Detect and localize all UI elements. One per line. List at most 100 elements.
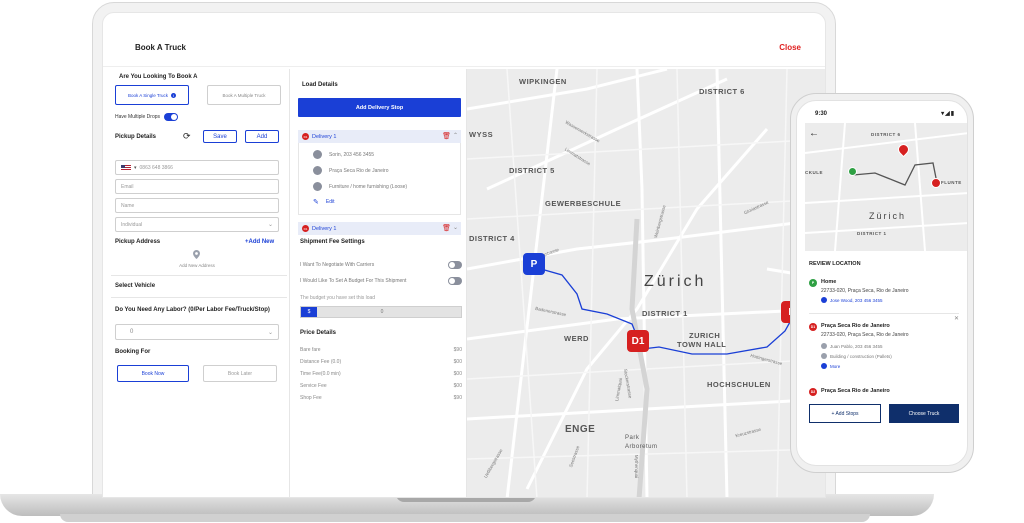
map-label: ZURICH: [689, 331, 721, 340]
stop-name: Praça Seca Rio de Janeiro: [821, 388, 890, 394]
map-label: WYSS: [469, 130, 494, 139]
price-amount: $90: [453, 395, 462, 401]
book-now-button[interactable]: Book Now: [117, 365, 189, 382]
pencil-icon[interactable]: ✎: [313, 198, 319, 206]
load-details-label: Load Details: [302, 82, 338, 88]
customer-type-value: Individual: [121, 221, 143, 228]
trash-icon[interactable]: 🗑: [442, 224, 451, 232]
multiple-drops-toggle[interactable]: [164, 113, 179, 121]
add-delivery-stop-button[interactable]: Add Delivery Stop: [298, 98, 461, 117]
stop-badge: P: [809, 279, 817, 287]
location-pin-icon[interactable]: [193, 250, 200, 259]
email-field[interactable]: Email: [115, 179, 279, 194]
package-icon: [821, 353, 827, 359]
delivery-goods: Furniture / home furnishing (Loose): [329, 183, 408, 190]
route-map[interactable]: WIPKINGEN DISTRICT 6 WYSS DISTRICT 5 GEW…: [467, 69, 825, 497]
pickup-pin-icon[interactable]: [848, 167, 857, 176]
more-link[interactable]: More: [821, 363, 840, 369]
name-field[interactable]: Name: [115, 198, 279, 213]
chevron-up-icon[interactable]: ⌃: [453, 132, 458, 139]
package-icon: [313, 182, 322, 191]
stop-contact-text: Jose Wood, 203 456 3455: [830, 297, 883, 303]
phone-map-label: CKULE: [805, 170, 823, 175]
book-later-button[interactable]: Book Later: [203, 365, 277, 382]
delivery-contact: Sorin, 203 456 3455: [329, 151, 375, 158]
add-stops-button[interactable]: + Add Stops: [809, 404, 881, 423]
edit-link[interactable]: Edit: [326, 199, 335, 205]
map-label: WERD: [564, 334, 589, 343]
add-new-address-link[interactable]: +Add New: [245, 239, 274, 245]
more-text[interactable]: More: [830, 364, 840, 369]
price-amount: $90: [453, 347, 462, 353]
negotiate-toggle[interactable]: [448, 261, 462, 269]
user-icon: [821, 297, 827, 303]
us-flag-icon: [121, 164, 131, 171]
delivery-edit-row[interactable]: ✎ Edit: [313, 198, 335, 206]
price-label: Time Fee(0.0 min): [300, 371, 341, 377]
phone-map-city-label: Zürich: [869, 211, 907, 221]
add-new-address-text[interactable]: Add New Address: [111, 263, 283, 268]
location-pin-icon: [313, 166, 322, 175]
email-placeholder: Email: [121, 183, 134, 190]
labor-value: 0: [130, 329, 134, 335]
stop-address: 22733-020, Praça Seca, Rio de Janeiro: [821, 288, 909, 294]
back-arrow-icon[interactable]: ←: [809, 128, 819, 139]
review-location-title: REVIEW LOCATION: [809, 261, 861, 267]
chevron-down-icon[interactable]: ⌄: [453, 224, 458, 231]
trash-icon[interactable]: 🗑: [442, 132, 451, 140]
delivery-contact-row: Sorin, 203 456 3455: [313, 150, 374, 159]
close-link[interactable]: Close: [779, 43, 801, 52]
booking-form-panel: Are You Looking To Book A Book A Single …: [111, 69, 287, 497]
booking-type-question: Are You Looking To Book A: [119, 74, 198, 80]
choose-truck-button[interactable]: Choose Truck: [889, 404, 959, 423]
map-label: DISTRICT 4: [469, 234, 515, 243]
budget-toggle[interactable]: [448, 277, 462, 285]
single-truck-button[interactable]: Book A Single Truck i: [115, 85, 189, 105]
country-code-chevron[interactable]: ▾: [134, 165, 137, 171]
pickup-marker[interactable]: P: [523, 253, 545, 275]
pickup-address-label: Pickup Address: [115, 239, 161, 245]
stop-badge: D1: [809, 323, 817, 331]
name-placeholder: Name: [121, 202, 135, 209]
delivery-header[interactable]: D1 Delivery 1 🗑 ⌄: [298, 222, 461, 235]
load-details-panel: Load Details Add Delivery Stop D1 Delive…: [289, 69, 467, 497]
multiple-truck-button[interactable]: Book A Multiple Truck: [207, 85, 281, 105]
info-icon[interactable]: i: [171, 92, 177, 98]
phone-field[interactable]: ▾ 0863 648 3866: [115, 160, 279, 175]
budget-input[interactable]: 0 $: [300, 306, 462, 318]
stop-goods-text: Building / construction (Pallets): [830, 353, 892, 359]
budget-toggle-label: I Would Like To Set A Budget For This Sh…: [300, 278, 407, 284]
multiple-drops-label: Have Multiple Drops: [115, 114, 161, 120]
multiple-drops-row: Have Multiple Drops: [115, 113, 179, 121]
labor-question: Do You Need Any Labor? (0/Per Labor Fee/…: [115, 307, 270, 313]
stop-goods: Building / construction (Pallets): [821, 353, 892, 359]
refresh-icon[interactable]: ⟳: [183, 131, 191, 142]
map-label: Park: [625, 435, 640, 441]
shipment-fee-label: Shipment Fee Settings: [300, 239, 365, 245]
price-row: Service Fee $00: [300, 383, 462, 389]
customer-type-select[interactable]: Individual ⌄: [115, 217, 279, 232]
single-truck-label: Book A Single Truck: [127, 92, 169, 98]
delivery-pin-icon[interactable]: [931, 178, 941, 188]
stop-contact-text: Juan Pablo, 203 456 3455: [830, 343, 883, 349]
delivery-address: Praça Seca Rio de Janeiro: [329, 167, 389, 174]
price-details-label: Price Details: [300, 330, 337, 336]
labor-select[interactable]: 0 ⌄: [115, 324, 279, 340]
map-label: ENGE: [565, 424, 596, 435]
price-row: Distance Fee (0.0) $00: [300, 359, 462, 365]
delivery-header[interactable]: D1 Delivery 1 🗑 ⌃: [298, 130, 461, 143]
phone-map[interactable]: ← DISTRICT 6 CKULE Zürich FLUNTE DISTRIC…: [805, 123, 967, 251]
page-title: Book A Truck: [135, 43, 186, 52]
select-vehicle-label[interactable]: Select Vehicle: [115, 283, 155, 289]
delivery-marker[interactable]: D1: [627, 330, 649, 352]
delivery-label: Delivery 1: [312, 133, 337, 140]
divider: [111, 275, 287, 276]
phone-map-label: FLUNTE: [941, 180, 962, 185]
close-icon[interactable]: ✕: [954, 315, 959, 322]
add-button[interactable]: Add: [245, 130, 279, 143]
price-row: Shop Fee $90: [300, 395, 462, 401]
budget-toggle-row: I Would Like To Set A Budget For This Sh…: [300, 277, 462, 285]
save-button[interactable]: Save: [203, 130, 237, 143]
map-city-label: Zürich: [644, 273, 707, 290]
pickup-details-label: Pickup Details: [115, 134, 157, 140]
